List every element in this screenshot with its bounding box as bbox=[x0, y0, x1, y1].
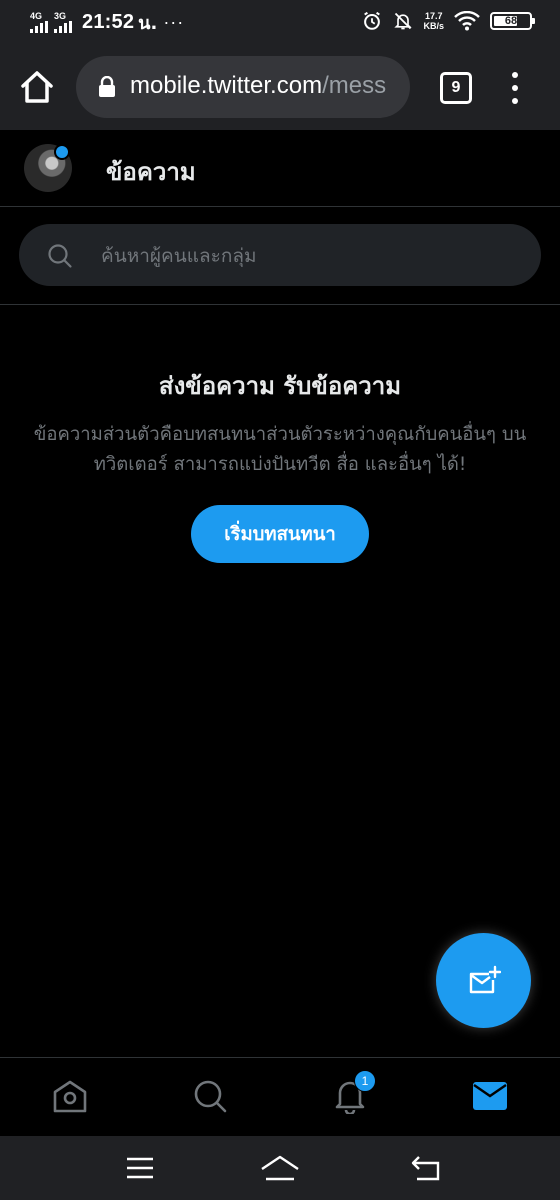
more-notifications-indicator: ··· bbox=[163, 12, 185, 32]
url-path: /mess bbox=[322, 72, 387, 99]
alarm-icon bbox=[364, 11, 381, 30]
notifications-badge: 1 bbox=[354, 1070, 376, 1092]
search-input[interactable] bbox=[99, 224, 523, 288]
signal-4g-indicator: 4G bbox=[30, 12, 48, 33]
system-home-button[interactable] bbox=[260, 1152, 300, 1184]
clock-time: 21:52 bbox=[82, 11, 135, 33]
browser-menu-button[interactable] bbox=[508, 72, 522, 104]
clock-suffix: น. bbox=[138, 13, 158, 34]
tab-count: 9 bbox=[451, 79, 461, 96]
search-box[interactable] bbox=[19, 224, 541, 288]
new-message-icon bbox=[469, 965, 501, 993]
signal-3g-indicator: 3G bbox=[54, 12, 72, 33]
system-menu-button[interactable] bbox=[120, 1152, 160, 1184]
browser-home-button[interactable] bbox=[18, 68, 56, 106]
nav-search[interactable] bbox=[190, 1076, 230, 1116]
wifi-icon bbox=[454, 11, 480, 31]
home-icon bbox=[261, 1155, 299, 1181]
address-bar[interactable]: mobile.twitter.com/mess bbox=[76, 56, 410, 118]
back-icon bbox=[411, 1156, 440, 1181]
battery-indicator: 68 bbox=[490, 12, 535, 30]
notifications-off-icon bbox=[394, 12, 413, 30]
avatar-notification-dot bbox=[54, 144, 70, 160]
menu-dot bbox=[512, 72, 518, 78]
profile-avatar[interactable] bbox=[24, 144, 72, 192]
menu-dot bbox=[512, 98, 518, 104]
nav-messages[interactable] bbox=[470, 1076, 510, 1116]
battery-level: 68 bbox=[504, 15, 518, 27]
system-back-button[interactable] bbox=[406, 1152, 446, 1184]
url-text: mobile.twitter.com/mess bbox=[130, 72, 386, 100]
search-icon bbox=[194, 1080, 227, 1113]
empty-state-title: ส่งข้อความ รับข้อความ bbox=[158, 372, 402, 400]
browser-toolbar: mobile.twitter.com/mess 9 bbox=[0, 44, 560, 130]
search-section bbox=[0, 207, 560, 305]
bottom-navigation: 1 bbox=[0, 1057, 560, 1136]
signal-bars-icon bbox=[54, 21, 72, 33]
mail-icon bbox=[473, 1082, 507, 1110]
system-navigation-bar bbox=[0, 1136, 560, 1200]
new-message-button[interactable] bbox=[436, 933, 531, 1028]
nav-notifications[interactable]: 1 bbox=[330, 1070, 376, 1116]
network-speed-unit: KB/s bbox=[423, 21, 444, 31]
page-title: ข้อความ bbox=[106, 158, 196, 186]
network-type-label: 4G bbox=[30, 11, 43, 21]
signal-bars-icon bbox=[30, 21, 48, 33]
tab-switcher-button[interactable]: 9 bbox=[440, 72, 472, 104]
network-speed: 17.7 KB/s bbox=[423, 11, 444, 31]
lock-icon bbox=[99, 76, 115, 97]
home-icon bbox=[53, 1080, 87, 1113]
messages-header: ข้อความ bbox=[0, 130, 560, 207]
menu-icon bbox=[127, 1157, 153, 1179]
search-icon bbox=[48, 244, 72, 268]
start-conversation-button[interactable]: เริ่มบทสนทนา bbox=[191, 505, 369, 563]
home-outline-icon bbox=[21, 71, 53, 103]
menu-dot bbox=[512, 85, 518, 91]
url-host: mobile.twitter.com bbox=[130, 72, 323, 99]
network-type-label: 3G bbox=[54, 11, 67, 21]
nav-home[interactable] bbox=[50, 1076, 90, 1116]
network-speed-value: 17.7 bbox=[424, 11, 443, 21]
empty-state-description: ข้อความส่วนตัวคือบทสนทนาส่วนตัวระหว่างคุ… bbox=[33, 424, 527, 475]
status-bar: 4G 3G 21:52 น. ··· 17.7 KB/s 68 bbox=[0, 0, 560, 44]
